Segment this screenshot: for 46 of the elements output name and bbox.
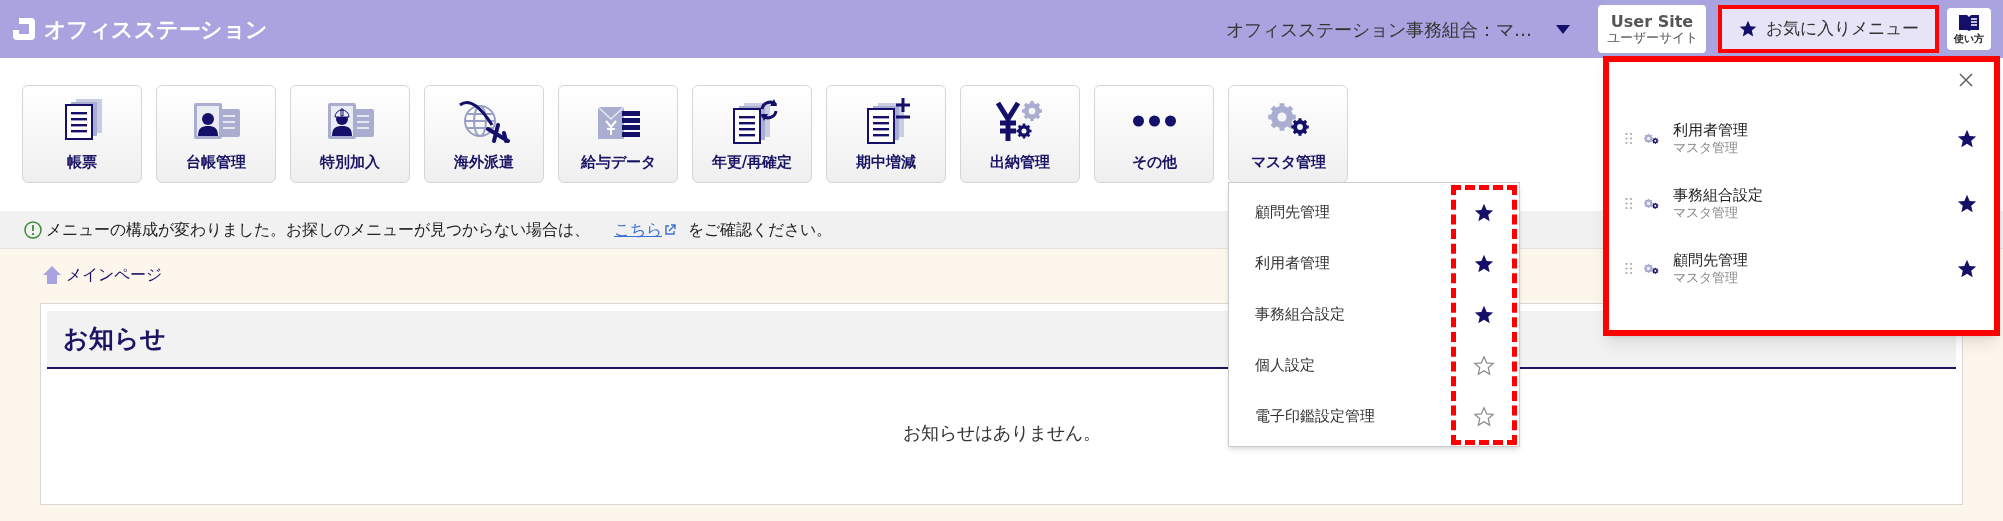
menu-button[interactable]: マスタ管理	[1228, 85, 1348, 183]
favorite-category: マスタ管理	[1673, 269, 1739, 286]
logo-icon	[12, 17, 36, 41]
user-site-button[interactable]: User Site ユーザーサイト	[1598, 5, 1706, 53]
favorite-title[interactable]: 事務組合設定	[1673, 186, 1948, 205]
star-icon[interactable]	[1738, 19, 1758, 39]
menu-button[interactable]: 特別加入	[290, 85, 410, 183]
star-icon[interactable]	[1473, 354, 1495, 377]
close-icon[interactable]	[1958, 72, 1974, 88]
favorite-title[interactable]: 顧問先管理	[1673, 251, 1948, 270]
home-icon	[42, 265, 62, 285]
drag-handle-icon[interactable]	[1625, 132, 1633, 145]
dots-icon	[1131, 114, 1177, 127]
menu-item[interactable]: 個人設定	[1255, 354, 1473, 377]
menu-button[interactable]: 台帳管理	[156, 85, 276, 183]
notice-link[interactable]: こちら	[614, 217, 676, 242]
favorites-menu-button[interactable]: お気に入りメニュー	[1718, 5, 1939, 53]
account-name[interactable]: オフィスステーション事務組合：マ…	[1226, 15, 1532, 43]
menu-button[interactable]: その他	[1094, 85, 1214, 183]
logo-text: オフィスステーション	[44, 15, 268, 44]
menu-button[interactable]: 海外派遣	[424, 85, 544, 183]
book-icon	[1958, 14, 1980, 32]
menu-button[interactable]: 帳票	[22, 85, 142, 183]
breadcrumb-link[interactable]: メインページ	[66, 263, 162, 287]
menu-button[interactable]: 年更/再確定	[692, 85, 812, 183]
caret-icon[interactable]	[1556, 24, 1570, 34]
menu-item[interactable]: 電子印鑑設定管理	[1255, 405, 1473, 428]
menu-item[interactable]: 利用者管理	[1255, 252, 1473, 275]
help-button[interactable]: 使い方	[1947, 8, 1991, 50]
info-icon	[24, 220, 42, 239]
favorite-category: マスタ管理	[1673, 139, 1739, 156]
star-icon[interactable]	[1473, 405, 1495, 428]
news-title: お知らせ	[63, 323, 166, 356]
menu-item[interactable]: 事務組合設定	[1255, 303, 1473, 326]
notice-text: メニューの構成が変わりました。お探しのメニューが見つからない場合は、	[46, 218, 590, 241]
menu-button[interactable]: 期中増減	[826, 85, 946, 183]
empty-message: お知らせはありません。	[902, 421, 1101, 445]
drag-handle-icon[interactable]	[1625, 262, 1633, 275]
favorite-category: マスタ管理	[1673, 204, 1739, 221]
menu-button[interactable]: 給与データ	[558, 85, 678, 183]
drag-handle-icon[interactable]	[1625, 197, 1633, 210]
menu-item[interactable]: 顧問先管理	[1255, 201, 1473, 224]
menu-button[interactable]: 出納管理	[960, 85, 1080, 183]
notice-text: をご確認ください。	[688, 218, 832, 241]
external-link-icon	[664, 223, 676, 236]
favorite-title[interactable]: 利用者管理	[1673, 121, 1948, 140]
